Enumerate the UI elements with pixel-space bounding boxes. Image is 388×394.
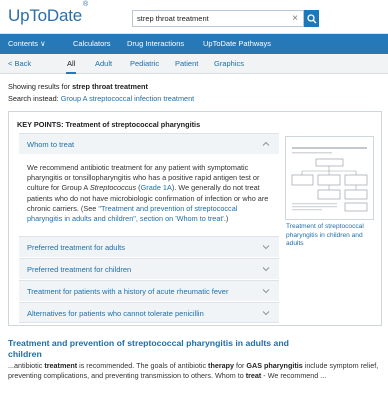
top-bar: UpToDate® × [0,0,388,34]
key-points-title: KEY POINTS: Treatment of streptococcal p… [17,120,201,129]
accordion-body: We recommend antibiotic treatment for an… [19,154,279,236]
accordion-header[interactable]: Alternatives for patients who cannot tol… [19,303,279,323]
logo-text: UpToDate [8,6,82,25]
result-title-link[interactable]: Treatment and prevention of streptococca… [8,338,308,359]
showing-query: strep throat treatment [72,82,148,91]
accordion-whom-to-treat: Whom to treat We recommend antibiotic tr… [19,133,279,236]
body-text-4: .) [223,214,229,224]
result-tabs: < Back All Adult Pediatric Patient Graph… [0,54,388,74]
uptodate-logo[interactable]: UpToDate® [8,1,88,26]
chevron-down-icon [262,289,270,294]
chevron-up-icon [262,141,270,146]
snippet-text: is recommended. The goals of antibiotic [77,361,209,370]
search-icon [306,13,316,23]
tab-pediatric[interactable]: Pediatric [130,59,159,68]
accordion-label: Preferred treatment for adults [27,243,125,252]
main-nav: Contents ∨ Calculators Drug Interactions… [0,34,388,54]
accordion-item: Treatment for patients with a history of… [19,280,279,301]
tab-all[interactable]: All [65,59,77,74]
snippet-highlight: treatment [44,361,78,370]
chevron-down-icon [262,267,270,272]
flowchart-thumbnail-image [291,147,368,212]
graphic-card: Treatment of streptococcal pharyngitis i… [285,136,374,260]
graphic-thumbnail[interactable] [285,136,374,220]
chevron-down-icon [262,245,270,250]
nav-calculators[interactable]: Calculators [73,39,111,48]
snippet-text: ...antibiotic [8,361,45,370]
snippet-highlight: therapy [208,361,235,370]
accordion-label: Preferred treatment for children [27,265,132,274]
tab-patient[interactable]: Patient [175,59,198,68]
snippet-highlight: GAS pharyngitis [246,361,303,370]
close-icon[interactable]: × [292,13,298,24]
key-points-panel: KEY POINTS: Treatment of streptococcal p… [8,111,382,326]
body-italic: Streptococcus [89,183,137,193]
accordion-header[interactable]: Preferred treatment for children [19,259,279,279]
accordion-item: Alternatives for patients who cannot tol… [19,302,279,323]
accordion-label: Treatment for patients with a history of… [27,287,229,296]
accordion-header[interactable]: Treatment for patients with a history of… [19,281,279,301]
accordion-label: Whom to treat [27,140,75,149]
accordion-item: Preferred treatment for children [19,258,279,279]
snippet-highlight: treat [245,371,262,380]
instead-prefix: Search instead: [8,94,61,103]
search-input[interactable] [137,12,287,25]
showing-results: Showing results for strep throat treatme… [8,82,148,91]
nav-contents[interactable]: Contents ∨ [8,39,46,48]
search-box: × [132,10,304,27]
back-button[interactable]: < Back [8,59,31,68]
search-button[interactable] [304,10,319,27]
snippet-text: - We recommend ... [261,371,327,380]
showing-prefix: Showing results for [8,82,73,91]
result-snippet: ...antibiotic treatment is recommended. … [8,361,386,381]
grade-link[interactable]: Grade 1A [141,183,172,192]
search-instead: Search instead: Group A streptococcal in… [8,94,194,103]
search-instead-link[interactable]: Group A streptococcal infection treatmen… [61,94,194,103]
accordion-item: Preferred treatment for adults [19,236,279,257]
snippet-text: for [234,361,247,370]
tab-graphics[interactable]: Graphics [214,59,244,68]
tab-adult[interactable]: Adult [95,59,112,68]
chevron-down-icon [262,311,270,316]
accordion-label: Alternatives for patients who cannot tol… [27,309,204,318]
accordion-header[interactable]: Preferred treatment for adults [19,237,279,257]
nav-uptodate-pathways[interactable]: UpToDate Pathways [203,39,271,48]
nav-drug-interactions[interactable]: Drug Interactions [127,39,184,48]
graphic-caption-link[interactable]: Treatment of streptococcal pharyngitis i… [286,223,372,249]
registered-mark: ® [83,1,88,9]
accordion-header[interactable]: Whom to treat [19,134,279,154]
